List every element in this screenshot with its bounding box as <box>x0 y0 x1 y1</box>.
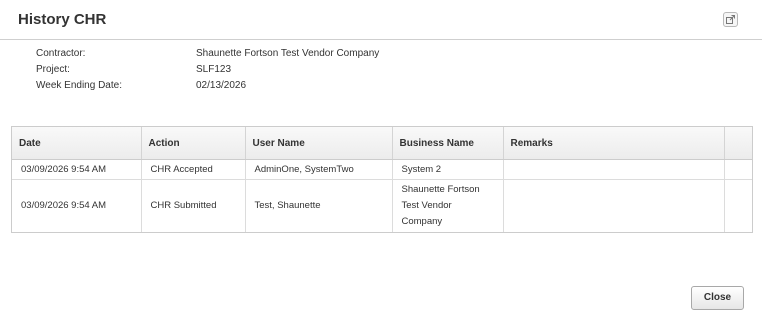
cell-date: 03/09/2026 9:54 AM <box>12 159 142 180</box>
close-button[interactable]: Close <box>691 286 744 310</box>
cell-remarks <box>503 179 725 232</box>
week-ending-label: Week Ending Date: <box>36 80 122 91</box>
cell-business-name: Shaunette Fortson Test Vendor Company <box>392 179 504 232</box>
table-header-row: Date Action User Name Business Name Rema… <box>12 127 752 160</box>
column-header-business-name[interactable]: Business Name <box>392 127 504 160</box>
table-row[interactable]: 03/09/2026 9:54 AM CHR Accepted AdminOne… <box>12 159 752 180</box>
dialog-title: History CHR <box>18 11 107 28</box>
cell-extra <box>724 159 752 180</box>
popout-button[interactable] <box>723 12 738 27</box>
project-value: SLF123 <box>196 64 232 75</box>
popout-icon <box>726 15 735 24</box>
cell-extra <box>724 180 752 233</box>
history-grid: Date Action User Name Business Name Rema… <box>11 126 753 233</box>
history-table: Date Action User Name Business Name Rema… <box>12 127 752 232</box>
column-header-user-name[interactable]: User Name <box>245 127 393 160</box>
cell-user-name: Test, Shaunette <box>245 179 393 232</box>
chr-details: Contractor: Shaunette Fortson Test Vendo… <box>36 47 436 95</box>
contractor-value: Shaunette Fortson Test Vendor Company <box>196 48 380 59</box>
week-ending-value: 02/13/2026 <box>196 80 247 91</box>
history-chr-dialog: History CHR Contractor: Shaunette Fortso… <box>0 0 762 324</box>
column-header-extra <box>724 127 752 160</box>
cell-action: CHR Accepted <box>141 159 246 180</box>
column-header-date[interactable]: Date <box>12 127 142 160</box>
cell-date: 03/09/2026 9:54 AM <box>12 179 142 232</box>
contractor-label: Contractor: <box>36 48 86 59</box>
dialog-header: History CHR <box>0 0 762 40</box>
column-header-action[interactable]: Action <box>141 127 246 160</box>
cell-action: CHR Submitted <box>141 179 246 232</box>
cell-user-name: AdminOne, SystemTwo <box>245 159 393 180</box>
contractor-row: Contractor: Shaunette Fortson Test Vendo… <box>36 47 436 63</box>
column-header-remarks[interactable]: Remarks <box>503 127 725 160</box>
cell-business-name: System 2 <box>392 159 504 180</box>
week-ending-row: Week Ending Date: 02/13/2026 <box>36 79 436 95</box>
project-row: Project: SLF123 <box>36 63 436 79</box>
table-row[interactable]: 03/09/2026 9:54 AM CHR Submitted Test, S… <box>12 179 752 233</box>
cell-remarks <box>503 159 725 180</box>
project-label: Project: <box>36 64 70 75</box>
